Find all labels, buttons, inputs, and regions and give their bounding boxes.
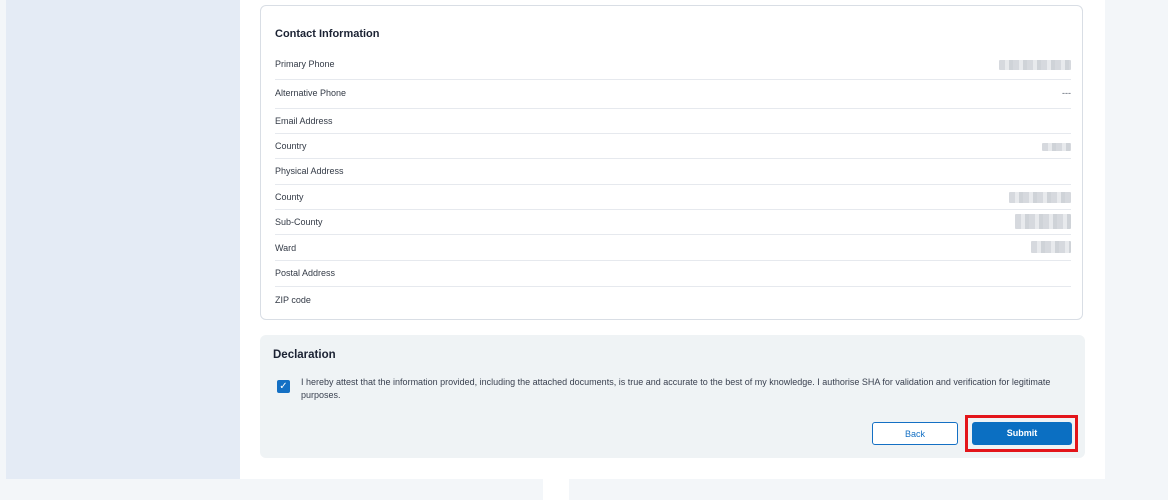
row-label: Primary Phone [275,59,335,69]
contact-information-title: Contact Information [275,28,380,40]
contact-information-card: Contact Information Primary Phone Altern… [260,5,1083,320]
back-button[interactable]: Back [872,422,958,445]
row-physical-address: Physical Address [275,159,1071,185]
row-label: Email Address [275,116,333,126]
row-label: Ward [275,243,297,253]
row-label: Alternative Phone [275,88,347,98]
row-county: County [275,185,1071,210]
contact-rows: Primary Phone Alternative Phone --- Emai… [275,51,1071,312]
bottom-strip [543,479,569,500]
row-country: Country [275,134,1071,159]
redacted-value [1031,241,1071,253]
row-sub-county: Sub-County [275,210,1071,235]
row-email-address: Email Address [275,109,1071,134]
checkmark-icon: ✓ [279,381,288,392]
row-label: ZIP code [275,295,311,305]
row-label: Physical Address [275,166,344,176]
row-label: Sub-County [275,217,323,227]
sidebar-background [6,0,240,479]
row-postal-address: Postal Address [275,261,1071,287]
row-label: County [275,192,304,202]
declaration-title: Declaration [273,349,336,361]
declaration-text: I hereby attest that the information pro… [301,377,1051,400]
row-primary-phone: Primary Phone [275,51,1071,80]
row-label: Postal Address [275,268,336,278]
row-label: Country [275,141,307,151]
redacted-value [1015,214,1071,229]
declaration-card: Declaration ✓ I hereby attest that the i… [260,335,1085,458]
declaration-checkbox[interactable]: ✓ [277,380,290,393]
redacted-value [1042,143,1071,151]
submit-button[interactable]: Submit [972,422,1072,445]
row-alternative-phone: Alternative Phone --- [275,80,1071,109]
row-zip-code: ZIP code [275,287,1071,312]
redacted-value [1009,192,1071,203]
redacted-value [999,60,1071,70]
row-ward: Ward [275,235,1071,261]
row-value: --- [1062,88,1071,98]
